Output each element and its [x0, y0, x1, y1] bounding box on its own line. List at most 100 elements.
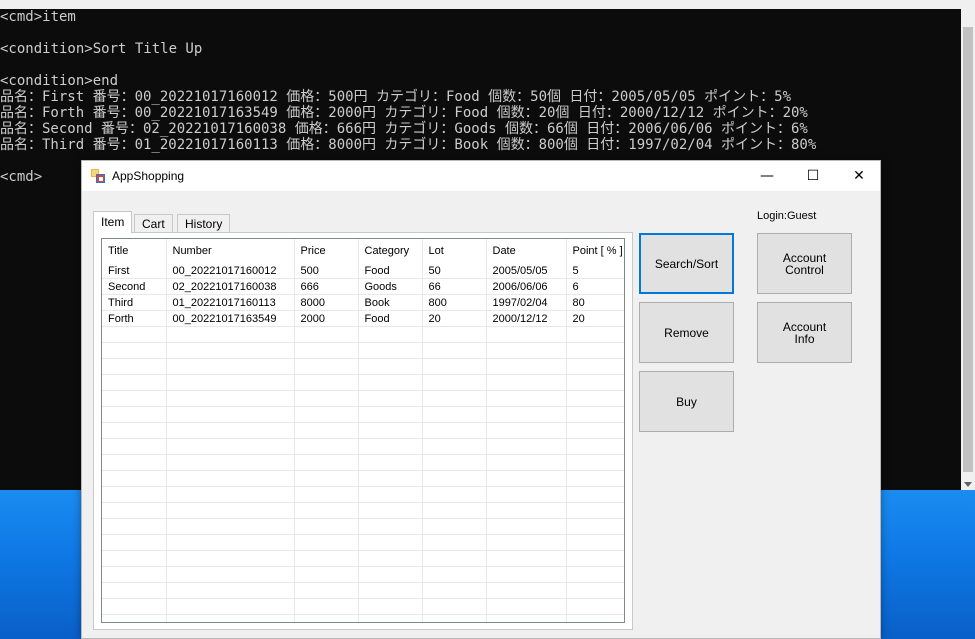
empty-cell[interactable]	[358, 422, 423, 439]
empty-cell[interactable]	[566, 374, 624, 391]
cell-category[interactable]: Food	[358, 263, 423, 279]
empty-cell[interactable]	[358, 534, 423, 551]
cell-point[interactable]: 20	[566, 310, 624, 327]
empty-cell[interactable]	[102, 518, 167, 535]
empty-cell[interactable]	[566, 582, 624, 599]
empty-cell[interactable]	[102, 502, 167, 519]
minimize-button[interactable]: —	[744, 161, 790, 191]
empty-cell[interactable]	[566, 470, 624, 487]
empty-cell[interactable]	[102, 422, 167, 439]
empty-cell[interactable]	[294, 486, 359, 503]
empty-cell[interactable]	[358, 598, 423, 615]
empty-cell[interactable]	[102, 374, 167, 391]
empty-cell[interactable]	[486, 438, 567, 455]
empty-cell[interactable]	[566, 518, 624, 535]
empty-cell[interactable]	[102, 342, 167, 359]
empty-cell[interactable]	[422, 518, 487, 535]
empty-cell[interactable]	[566, 566, 624, 583]
cell-category[interactable]: Goods	[358, 278, 423, 295]
empty-cell[interactable]	[486, 486, 567, 503]
tab-cart[interactable]: Cart	[134, 214, 173, 232]
tab-history[interactable]: History	[177, 214, 231, 232]
empty-cell[interactable]	[358, 326, 423, 343]
empty-cell[interactable]	[102, 486, 167, 503]
cell-point[interactable]: 5	[566, 263, 624, 279]
empty-table-row[interactable]	[102, 486, 624, 503]
empty-cell[interactable]	[166, 582, 295, 599]
empty-cell[interactable]	[566, 454, 624, 471]
empty-table-row[interactable]	[102, 566, 624, 583]
cell-date[interactable]: 2000/12/12	[486, 310, 567, 327]
empty-cell[interactable]	[166, 390, 295, 407]
empty-cell[interactable]	[566, 502, 624, 519]
empty-cell[interactable]	[422, 614, 487, 622]
empty-cell[interactable]	[422, 454, 487, 471]
empty-cell[interactable]	[486, 518, 567, 535]
empty-cell[interactable]	[422, 374, 487, 391]
column-header-date[interactable]: Date	[486, 239, 567, 263]
empty-table-row[interactable]	[102, 454, 624, 471]
cell-title[interactable]: Second	[102, 278, 167, 295]
empty-cell[interactable]	[566, 598, 624, 615]
empty-cell[interactable]	[102, 358, 167, 375]
cell-date[interactable]: 2006/06/06	[486, 278, 567, 295]
empty-cell[interactable]	[102, 438, 167, 455]
empty-table-row[interactable]	[102, 502, 624, 519]
empty-cell[interactable]	[422, 566, 487, 583]
empty-cell[interactable]	[486, 454, 567, 471]
empty-cell[interactable]	[422, 438, 487, 455]
empty-cell[interactable]	[294, 614, 359, 622]
empty-cell[interactable]	[166, 518, 295, 535]
empty-cell[interactable]	[166, 438, 295, 455]
cell-point[interactable]: 6	[566, 278, 624, 295]
tab-item[interactable]: Item	[93, 211, 133, 233]
empty-cell[interactable]	[166, 534, 295, 551]
remove-button[interactable]: Remove	[639, 302, 734, 363]
empty-cell[interactable]	[166, 470, 295, 487]
empty-cell[interactable]	[486, 358, 567, 375]
maximize-button[interactable]: ☐	[790, 161, 836, 191]
account-info-button[interactable]: Account Info	[757, 302, 852, 363]
cell-lot[interactable]: 800	[422, 294, 487, 311]
empty-cell[interactable]	[102, 454, 167, 471]
table-row[interactable]: Second 02_20221017160038 666 Goods 66 20…	[102, 278, 624, 295]
table-row[interactable]: Forth 00_20221017163549 2000 Food 20 200…	[102, 310, 624, 327]
empty-cell[interactable]	[422, 598, 487, 615]
empty-cell[interactable]	[486, 566, 567, 583]
empty-cell[interactable]	[102, 406, 167, 423]
empty-cell[interactable]	[566, 550, 624, 567]
empty-cell[interactable]	[422, 422, 487, 439]
empty-cell[interactable]	[358, 454, 423, 471]
cell-number[interactable]: 01_20221017160113	[166, 294, 295, 311]
column-header-price[interactable]: Price	[294, 239, 359, 263]
empty-table-row[interactable]	[102, 582, 624, 599]
empty-cell[interactable]	[294, 566, 359, 583]
empty-cell[interactable]	[566, 342, 624, 359]
empty-table-row[interactable]	[102, 614, 624, 622]
empty-cell[interactable]	[486, 502, 567, 519]
empty-table-row[interactable]	[102, 342, 624, 359]
empty-cell[interactable]	[102, 470, 167, 487]
empty-cell[interactable]	[166, 326, 295, 343]
empty-cell[interactable]	[566, 534, 624, 551]
empty-table-row[interactable]	[102, 326, 624, 343]
console-scroll-thumb[interactable]	[963, 27, 973, 472]
close-button[interactable]: ✕	[836, 161, 882, 191]
column-header-lot[interactable]: Lot	[422, 239, 487, 263]
empty-cell[interactable]	[358, 438, 423, 455]
empty-cell[interactable]	[422, 326, 487, 343]
empty-cell[interactable]	[166, 358, 295, 375]
empty-cell[interactable]	[422, 358, 487, 375]
column-header-category[interactable]: Category	[358, 239, 423, 263]
empty-cell[interactable]	[294, 502, 359, 519]
empty-cell[interactable]	[566, 438, 624, 455]
cell-lot[interactable]: 66	[422, 278, 487, 295]
empty-cell[interactable]	[166, 502, 295, 519]
empty-cell[interactable]	[358, 358, 423, 375]
empty-cell[interactable]	[422, 550, 487, 567]
empty-cell[interactable]	[294, 598, 359, 615]
cell-price[interactable]: 2000	[294, 310, 359, 327]
empty-cell[interactable]	[294, 582, 359, 599]
cell-number[interactable]: 00_20221017160012	[166, 263, 295, 279]
empty-cell[interactable]	[486, 390, 567, 407]
